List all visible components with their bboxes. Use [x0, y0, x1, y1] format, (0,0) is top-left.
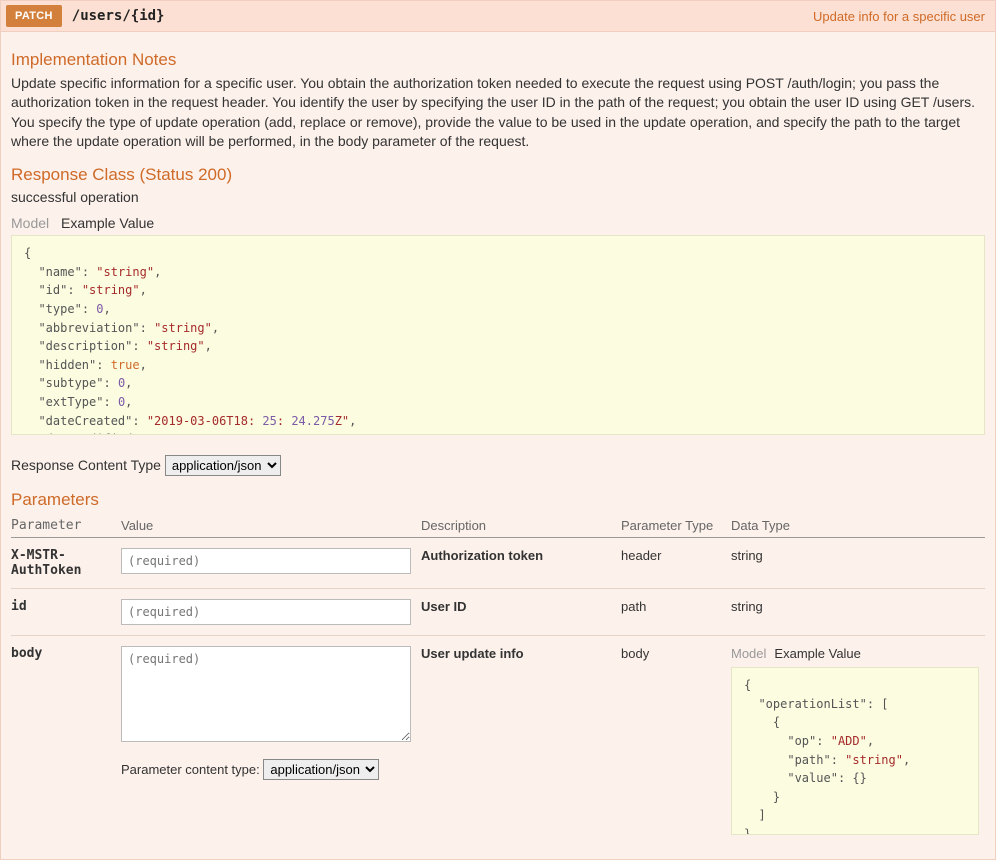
param-textarea[interactable]	[121, 646, 411, 742]
th-parameter: Parameter	[11, 514, 121, 538]
response-content-type-label: Response Content Type	[11, 457, 161, 473]
param-input[interactable]	[121, 599, 411, 625]
response-status-text: successful operation	[11, 189, 985, 205]
param-input[interactable]	[121, 548, 411, 574]
param-value-cell	[121, 538, 421, 589]
th-description: Description	[421, 514, 621, 538]
body-signature-tabs: Model Example Value	[731, 646, 979, 661]
parameter-content-type-label: Parameter content type:	[121, 762, 263, 777]
endpoint-summary: Update info for a specific user	[813, 9, 985, 24]
response-example-code[interactable]: { "name": "string", "id": "string", "typ…	[11, 235, 985, 435]
param-description: User update info	[421, 636, 621, 846]
param-data-type: string	[731, 589, 985, 636]
param-value-cell: Parameter content type: application/json	[121, 636, 421, 846]
parameters-title: Parameters	[11, 490, 985, 510]
table-row: X-MSTR-AuthToken Authorization tokenheade…	[11, 538, 985, 589]
param-name: id	[11, 589, 121, 636]
operation-header[interactable]: PATCH /users/{id} Update info for a spec…	[0, 0, 996, 32]
param-value-cell	[121, 589, 421, 636]
param-type: header	[621, 538, 731, 589]
response-content-type-select[interactable]: application/json	[165, 455, 281, 476]
param-type: body	[621, 636, 731, 846]
param-name: X-MSTR-AuthToken	[11, 538, 121, 589]
parameter-content-type-select[interactable]: application/json	[263, 759, 379, 780]
th-data-type: Data Type	[731, 514, 985, 538]
implementation-notes-title: Implementation Notes	[11, 50, 985, 70]
param-name: body	[11, 636, 121, 846]
param-type: path	[621, 589, 731, 636]
parameter-content-type-row: Parameter content type: application/json	[121, 759, 415, 780]
method-badge: PATCH	[6, 5, 62, 27]
th-parameter-type: Parameter Type	[621, 514, 731, 538]
table-row: id User IDpathstring	[11, 589, 985, 636]
param-data-type: string	[731, 538, 985, 589]
tab-example-value[interactable]: Example Value	[61, 215, 154, 231]
param-description: User ID	[421, 589, 621, 636]
endpoint-path[interactable]: /users/{id}	[72, 8, 165, 24]
param-data-type: Model Example Value { "operationList": [ {…	[731, 636, 985, 846]
tab-example-value[interactable]: Example Value	[774, 646, 860, 661]
tab-model[interactable]: Model	[731, 646, 766, 661]
table-row: bodyParameter content type: application/…	[11, 636, 985, 846]
parameters-table: Parameter Value Description Parameter Ty…	[11, 514, 985, 845]
response-class-title: Response Class (Status 200)	[11, 165, 985, 185]
response-signature-tabs: Model Example Value	[11, 215, 985, 231]
body-example-code[interactable]: { "operationList": [ { "op": "ADD", "pat…	[731, 667, 979, 835]
tab-model[interactable]: Model	[11, 215, 49, 231]
th-value: Value	[121, 514, 421, 538]
response-content-type-row: Response Content Type application/json	[11, 455, 985, 476]
param-description: Authorization token	[421, 538, 621, 589]
implementation-notes-text: Update specific information for a specif…	[11, 74, 985, 151]
operation-body: Implementation Notes Update specific inf…	[0, 32, 996, 860]
